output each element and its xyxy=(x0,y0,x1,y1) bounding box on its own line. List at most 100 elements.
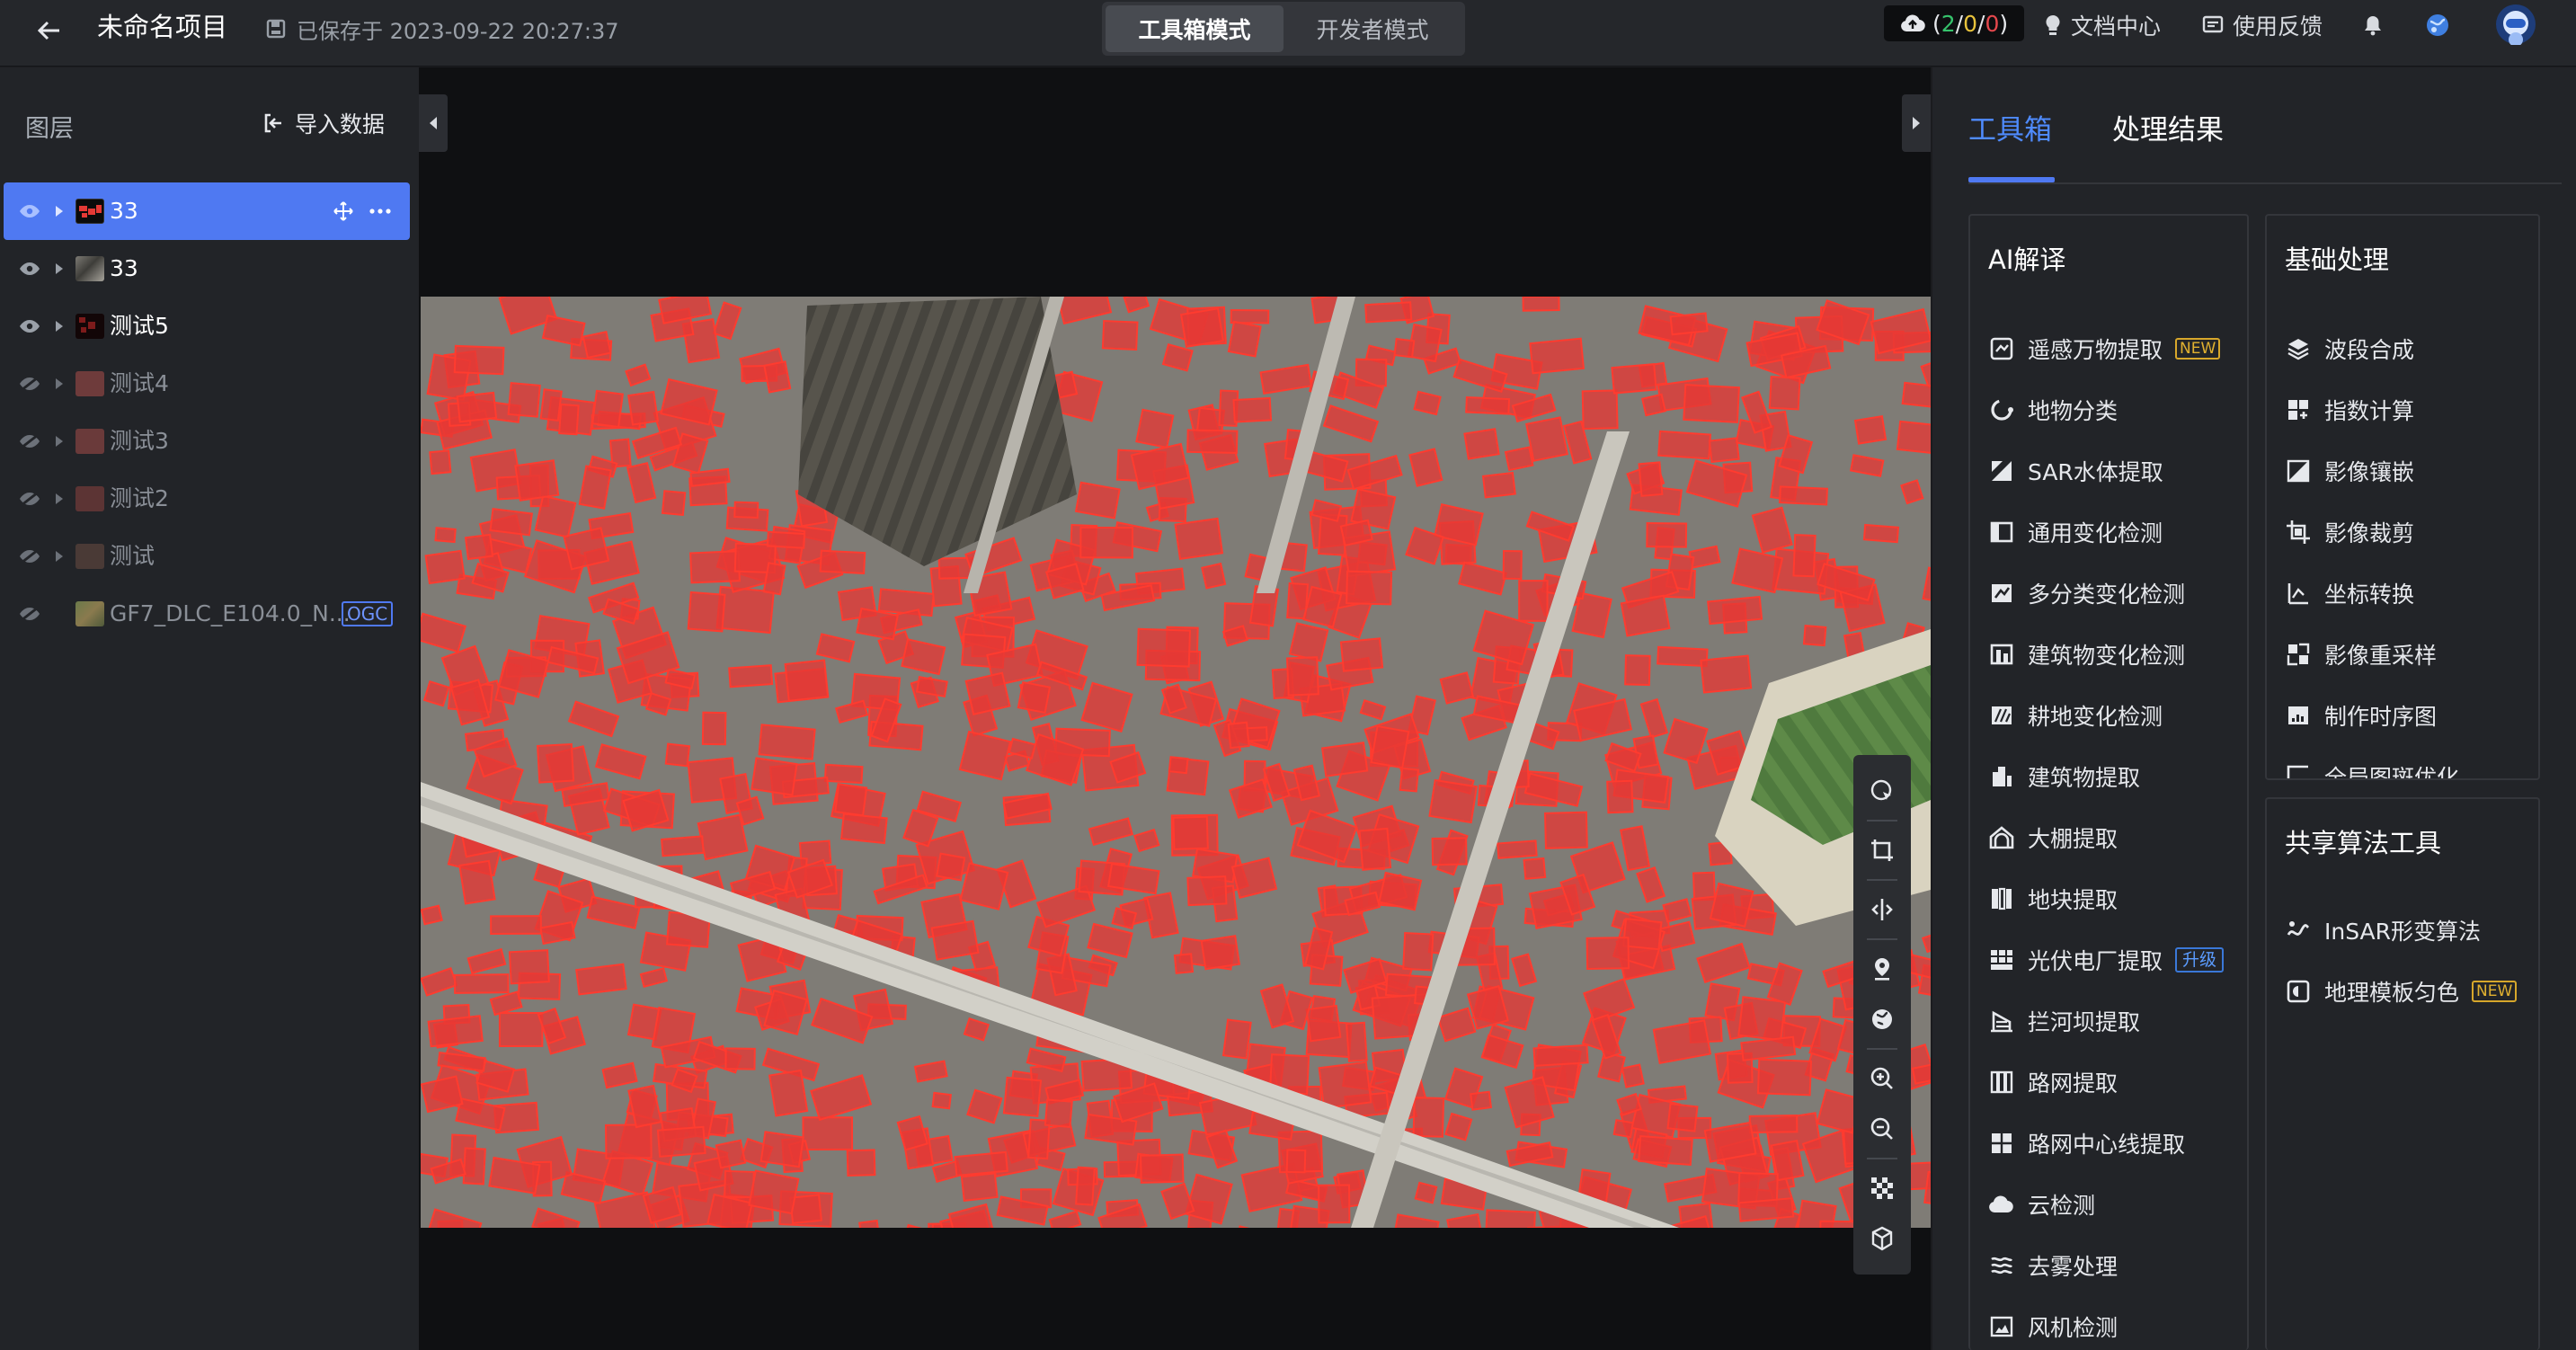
split-compare-button[interactable] xyxy=(1853,884,1911,935)
globe-view-button[interactable] xyxy=(1853,994,1911,1044)
layer-row[interactable]: 测试 xyxy=(4,528,410,585)
eye-hidden-icon[interactable] xyxy=(18,373,41,395)
tool-item[interactable]: 多分类变化检测 xyxy=(1970,563,2247,624)
language-button[interactable] xyxy=(2421,9,2454,41)
tool-item[interactable]: SAR水体提取 xyxy=(1970,440,2247,502)
user-avatar[interactable] xyxy=(2495,4,2536,45)
task-counter[interactable]: (2/0/0) xyxy=(1884,5,2024,41)
tool-item[interactable]: 风机检测 xyxy=(1970,1296,2247,1350)
tab-toolbox-mode[interactable]: 工具箱模式 xyxy=(1106,5,1284,52)
eye-icon[interactable] xyxy=(18,200,41,222)
tool-item[interactable]: InSAR形变算法 xyxy=(2267,900,2538,961)
expand-caret-icon[interactable] xyxy=(52,490,67,508)
project-title[interactable]: 未命名项目 xyxy=(97,9,227,45)
building-polygon xyxy=(1522,297,1560,312)
tool-item[interactable]: 路网提取 xyxy=(1970,1052,2247,1113)
globe-icon xyxy=(1872,1009,1892,1029)
eye-icon[interactable] xyxy=(18,315,41,337)
tool-item[interactable]: 坐标转换 xyxy=(2267,563,2538,624)
layer-row[interactable]: 测试5 xyxy=(4,298,410,355)
satellite-image-with-building-overlay[interactable] xyxy=(421,297,1931,1228)
tool-item[interactable]: 建筑物提取 xyxy=(1970,746,2247,807)
building-polygon xyxy=(724,1047,756,1070)
expand-caret-icon[interactable] xyxy=(52,547,67,565)
zoom-out-button[interactable] xyxy=(1853,1104,1911,1154)
building-polygon xyxy=(1002,1076,1043,1117)
building-polygon xyxy=(1683,384,1740,423)
eye-icon[interactable] xyxy=(18,258,41,280)
tool-item[interactable]: 遥感万物提取 NEW xyxy=(1970,318,2247,379)
crop-tool-button[interactable] xyxy=(1853,825,1911,875)
more-options-icon[interactable] xyxy=(369,200,392,227)
notification-button[interactable] xyxy=(2357,9,2389,41)
tool-item[interactable]: 耕地变化检测 xyxy=(1970,685,2247,746)
tool-item[interactable]: 拦河坝提取 xyxy=(1970,990,2247,1052)
tool-item[interactable]: 地块提取 xyxy=(1970,868,2247,929)
tab-toolbox[interactable]: 工具箱 xyxy=(1968,107,2052,147)
layer-thumbnail xyxy=(76,544,104,569)
map-viewport[interactable] xyxy=(419,67,1931,1350)
tool-icon xyxy=(1988,885,2015,912)
tool-item[interactable]: 影像重采样 xyxy=(2267,624,2538,685)
tool-icon xyxy=(1988,1069,2015,1096)
tool-item[interactable]: 波段合成 xyxy=(2267,318,2538,379)
layer-row[interactable]: 测试3 xyxy=(4,413,410,470)
tool-item[interactable]: 路网中心线提取 xyxy=(1970,1113,2247,1174)
shared-tool-list: InSAR形变算法 地理模板匀色 NEW xyxy=(2267,900,2538,1022)
select-tool-button[interactable] xyxy=(1853,766,1911,816)
building-polygon xyxy=(1523,857,1547,880)
layers-panel: 图层 导入数据 33 33 测试5 测试4 测试3 测试2 测试 GF7_DLC… xyxy=(0,67,419,1350)
tool-item[interactable]: 通用变化检测 xyxy=(1970,502,2247,563)
tool-item[interactable]: 全局图斑优化 xyxy=(2267,746,2538,778)
expand-caret-icon[interactable] xyxy=(52,317,67,335)
building-polygon xyxy=(1624,654,1651,687)
collapse-right-panel-button[interactable] xyxy=(1902,94,1931,152)
cloud-upload-icon xyxy=(1901,14,1925,32)
tool-item[interactable]: 指数计算 xyxy=(2267,379,2538,440)
layer-row[interactable]: 33 xyxy=(4,240,410,298)
tool-item[interactable]: 影像裁剪 xyxy=(2267,502,2538,563)
building-polygon xyxy=(514,459,560,502)
locate-button[interactable] xyxy=(1853,944,1911,994)
tool-item[interactable]: 影像镶嵌 xyxy=(2267,440,2538,502)
eye-hidden-icon[interactable] xyxy=(18,488,41,510)
tool-item[interactable]: 去雾处理 xyxy=(1970,1235,2247,1296)
tool-item[interactable]: 地物分类 xyxy=(1970,379,2247,440)
card-title: AI解译 xyxy=(1988,244,2066,275)
back-button[interactable] xyxy=(31,13,67,49)
mosaic-button[interactable] xyxy=(1853,1163,1911,1213)
docs-center-link[interactable]: 文档中心 xyxy=(2044,7,2161,43)
collapse-left-panel-button[interactable] xyxy=(419,94,448,152)
expand-caret-icon[interactable] xyxy=(52,432,67,450)
tool-item[interactable]: 云检测 xyxy=(1970,1174,2247,1235)
eye-hidden-icon[interactable] xyxy=(18,431,41,452)
tool-icon xyxy=(2285,978,2312,1005)
tool-icon xyxy=(1988,824,2015,851)
layer-row[interactable]: 33 xyxy=(4,182,410,240)
feedback-link[interactable]: 使用反馈 xyxy=(2202,7,2323,43)
tool-item[interactable]: 制作时序图 xyxy=(2267,685,2538,746)
3d-view-button[interactable] xyxy=(1853,1213,1911,1264)
import-data-button[interactable]: 导入数据 xyxy=(262,107,385,139)
building-polygon xyxy=(661,490,687,517)
zoom-in-button[interactable] xyxy=(1853,1053,1911,1104)
tab-results[interactable]: 处理结果 xyxy=(2112,107,2224,147)
layer-row[interactable]: GF7_DLC_E104.0_N... OGC xyxy=(4,585,410,643)
expand-caret-icon[interactable] xyxy=(52,260,67,278)
zoom-in-icon xyxy=(1870,1067,1893,1089)
building-polygon xyxy=(1802,625,1827,647)
layer-row[interactable]: 测试2 xyxy=(4,470,410,528)
tool-item[interactable]: 光伏电厂提取 升级 xyxy=(1970,929,2247,990)
move-icon[interactable] xyxy=(333,200,354,227)
layer-row[interactable]: 测试4 xyxy=(4,355,410,413)
tab-developer-mode[interactable]: 开发者模式 xyxy=(1284,5,1461,52)
expand-caret-icon[interactable] xyxy=(52,202,67,220)
expand-caret-icon[interactable] xyxy=(52,375,67,393)
eye-hidden-icon[interactable] xyxy=(18,546,41,567)
tool-item[interactable]: 地理模板匀色 NEW xyxy=(2267,961,2538,1022)
tool-item[interactable]: 大棚提取 xyxy=(1970,807,2247,868)
building-polygon xyxy=(1318,1184,1351,1224)
tool-item[interactable]: 建筑物变化检测 xyxy=(1970,624,2247,685)
eye-hidden-icon[interactable] xyxy=(18,603,41,625)
building-polygon xyxy=(1412,1097,1445,1138)
